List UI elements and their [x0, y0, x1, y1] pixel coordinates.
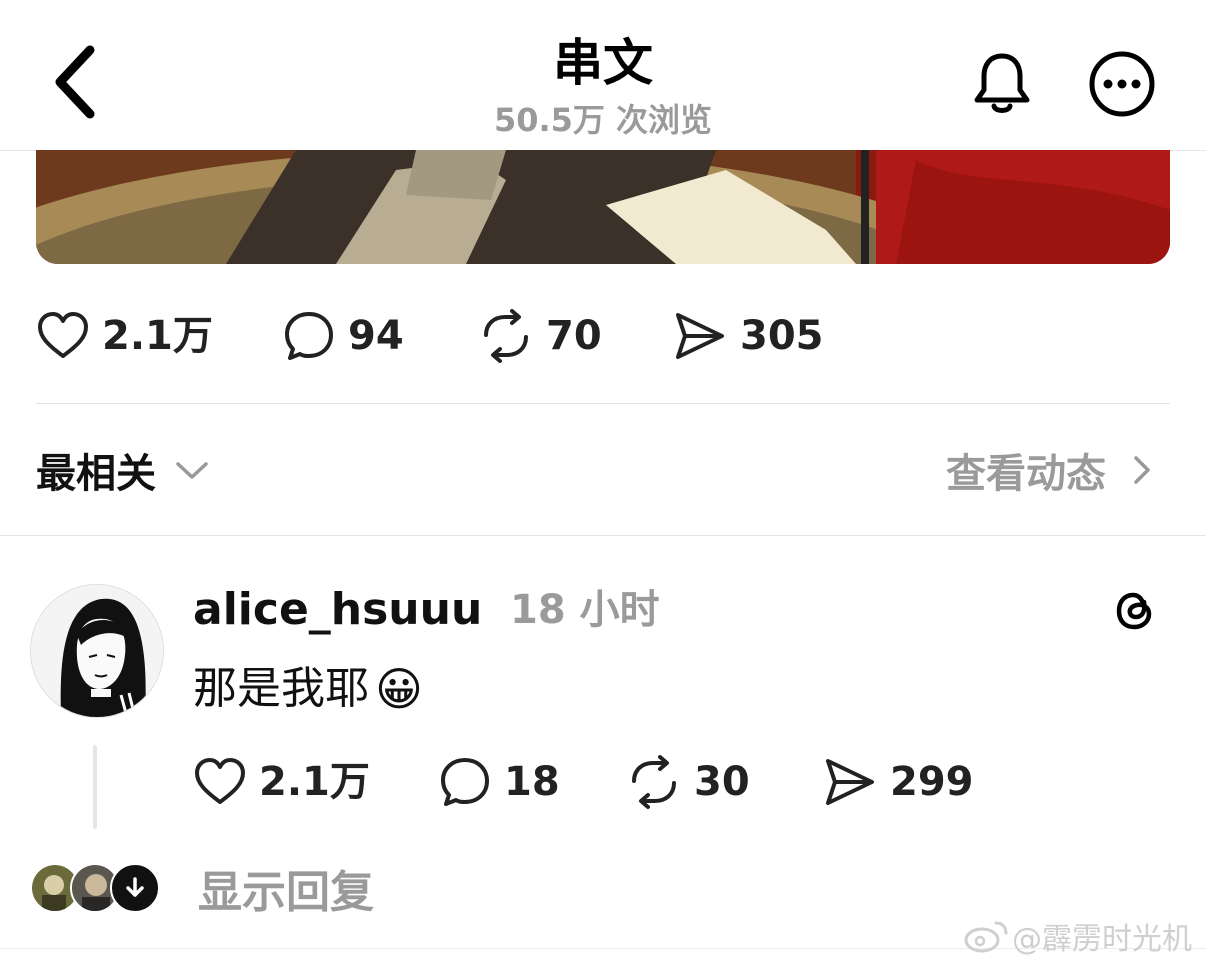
sort-dropdown[interactable]: 最相关: [36, 440, 212, 500]
post-repost-button[interactable]: 70: [478, 306, 602, 366]
show-replies-button[interactable]: 显示回复: [30, 858, 374, 918]
more-options-icon[interactable]: [1088, 50, 1156, 118]
back-chevron-icon[interactable]: [48, 44, 104, 120]
reply-repost-button[interactable]: 30: [626, 752, 750, 812]
comment-bubble-icon: [441, 758, 489, 806]
sort-label: 最相关: [36, 451, 156, 497]
threads-logo-icon[interactable]: [1108, 584, 1160, 636]
avatar[interactable]: [30, 584, 164, 718]
weibo-logo-icon: [964, 921, 1008, 953]
arrow-down-icon: [126, 877, 144, 897]
reply-repost-count: 30: [694, 759, 750, 805]
chevron-down-icon: [176, 462, 208, 479]
reply-username[interactable]: alice_hsuuu: [193, 582, 482, 638]
top-bar: 串文 50.5万 次浏览: [0, 0, 1206, 151]
comment-bubble-icon: [285, 312, 333, 360]
view-count: 50.5万 次浏览: [493, 101, 713, 139]
post-share-count: 305: [740, 313, 824, 359]
reply-like-button[interactable]: 2.1万: [193, 752, 370, 812]
watermark-text: @霹雳时光机: [1012, 922, 1192, 957]
heart-icon: [38, 312, 88, 358]
post-photo-icon: [36, 150, 1170, 264]
reply-text-row: 那是我耶 😀: [193, 658, 423, 720]
view-activity-link[interactable]: 查看动态: [946, 440, 1156, 500]
repost-icon: [632, 755, 676, 809]
thread-connector-line: [93, 745, 97, 829]
send-icon: [826, 759, 874, 805]
repost-icon: [484, 309, 528, 363]
reply-share-button[interactable]: 299: [822, 752, 974, 812]
reply-timestamp: 18 小时: [510, 587, 660, 633]
post-share-button[interactable]: 305: [672, 306, 824, 366]
expand-replies-icon: [110, 863, 160, 913]
send-icon: [676, 313, 724, 359]
view-activity-label: 查看动态: [946, 451, 1106, 497]
reply-comment-button[interactable]: 18: [438, 752, 560, 812]
reply-share-count: 299: [890, 759, 974, 805]
heart-icon: [195, 758, 245, 804]
post-comment-count: 94: [348, 313, 404, 359]
reply-text: 那是我耶: [193, 663, 369, 714]
post-comment-button[interactable]: 94: [282, 306, 404, 366]
divider: [36, 403, 1170, 404]
post-like-count: 2.1万: [102, 313, 213, 359]
show-replies-label: 显示回复: [198, 867, 374, 918]
watermark: @霹雳时光机: [964, 914, 1192, 958]
post-repost-count: 70: [546, 313, 602, 359]
chevron-right-icon: [1134, 456, 1150, 484]
divider: [0, 535, 1206, 536]
reply-comment-count: 18: [504, 759, 560, 805]
grinning-emoji: 😀: [375, 662, 423, 716]
post-image[interactable]: [36, 150, 1170, 264]
post-like-button[interactable]: 2.1万: [36, 306, 213, 366]
bell-icon[interactable]: [970, 50, 1034, 118]
avatar-illustration-icon: [31, 585, 163, 717]
page-title: 串文: [553, 34, 653, 92]
reply-like-count: 2.1万: [259, 759, 370, 805]
